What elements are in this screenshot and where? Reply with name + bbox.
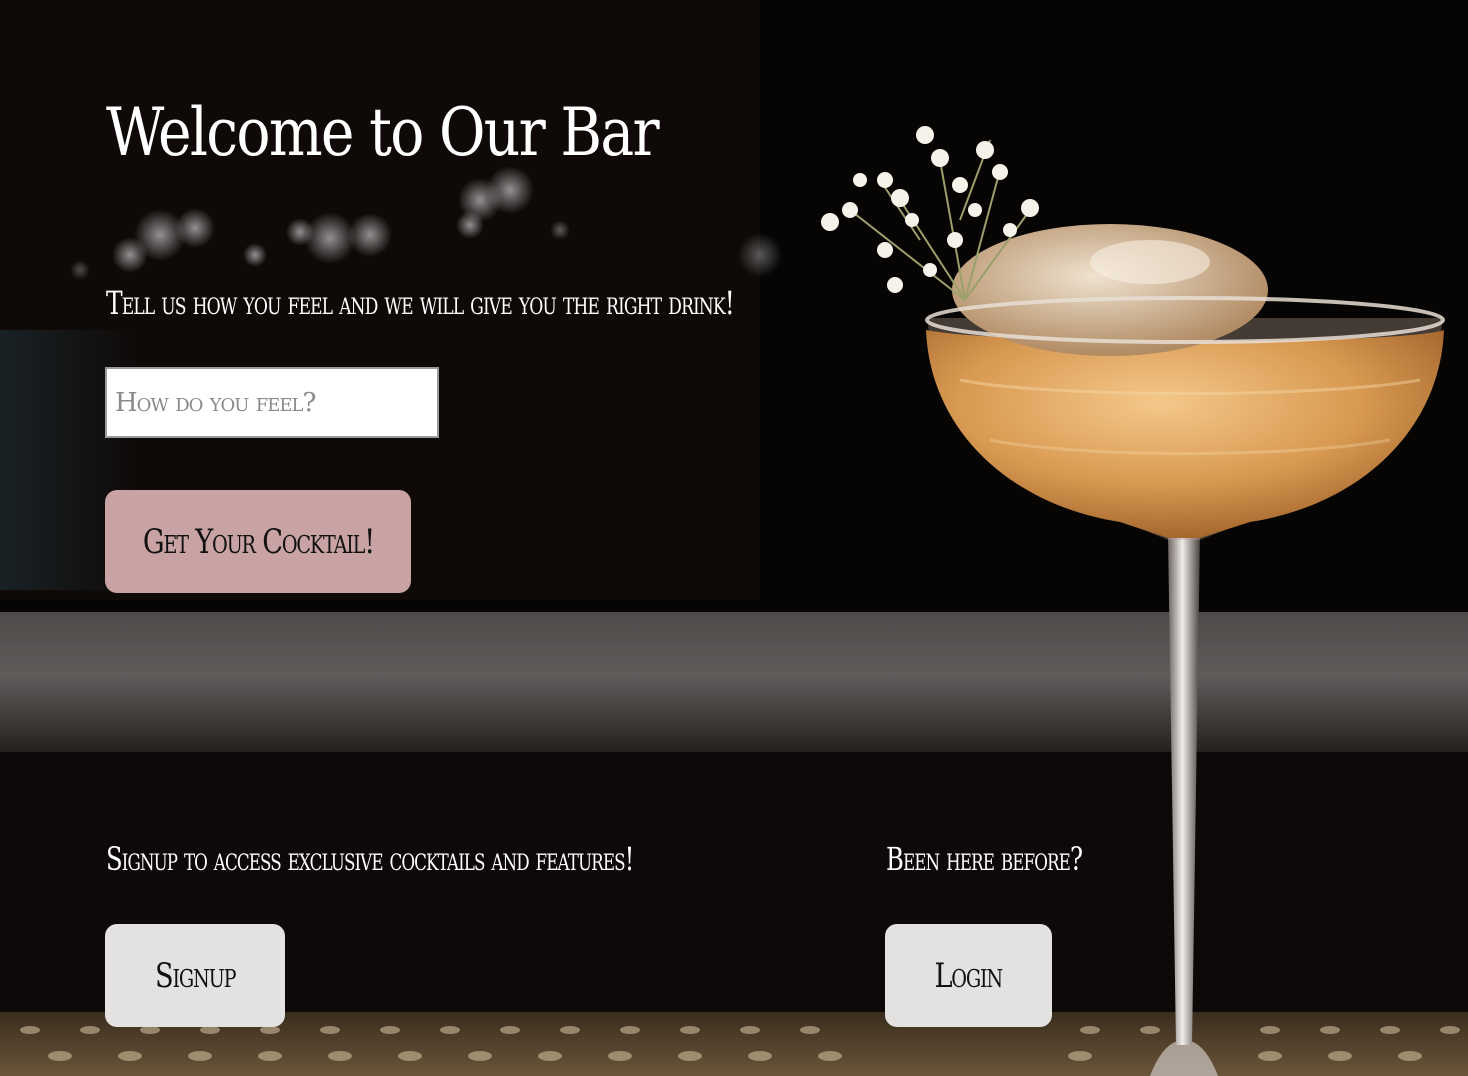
mood-input[interactable] [105, 367, 439, 438]
get-cocktail-button[interactable]: Get Your Cocktail! [105, 490, 411, 593]
mood-prompt-text: Tell us how you feel and we will give yo… [106, 284, 735, 322]
signup-button[interactable]: Signup [105, 924, 285, 1027]
signup-button-label: Signup [154, 955, 236, 996]
login-prompt-text: Been here before? [886, 840, 1083, 878]
login-button[interactable]: Login [885, 924, 1052, 1027]
login-button-label: Login [934, 955, 1004, 996]
get-cocktail-button-label: Get Your Cocktail! [142, 521, 374, 562]
page-title: Welcome to Our Bar [106, 94, 660, 171]
landing-page: Welcome to Our Bar Tell us how you feel … [0, 0, 1468, 1076]
signup-prompt-text: Signup to access exclusive cocktails and… [106, 840, 634, 878]
